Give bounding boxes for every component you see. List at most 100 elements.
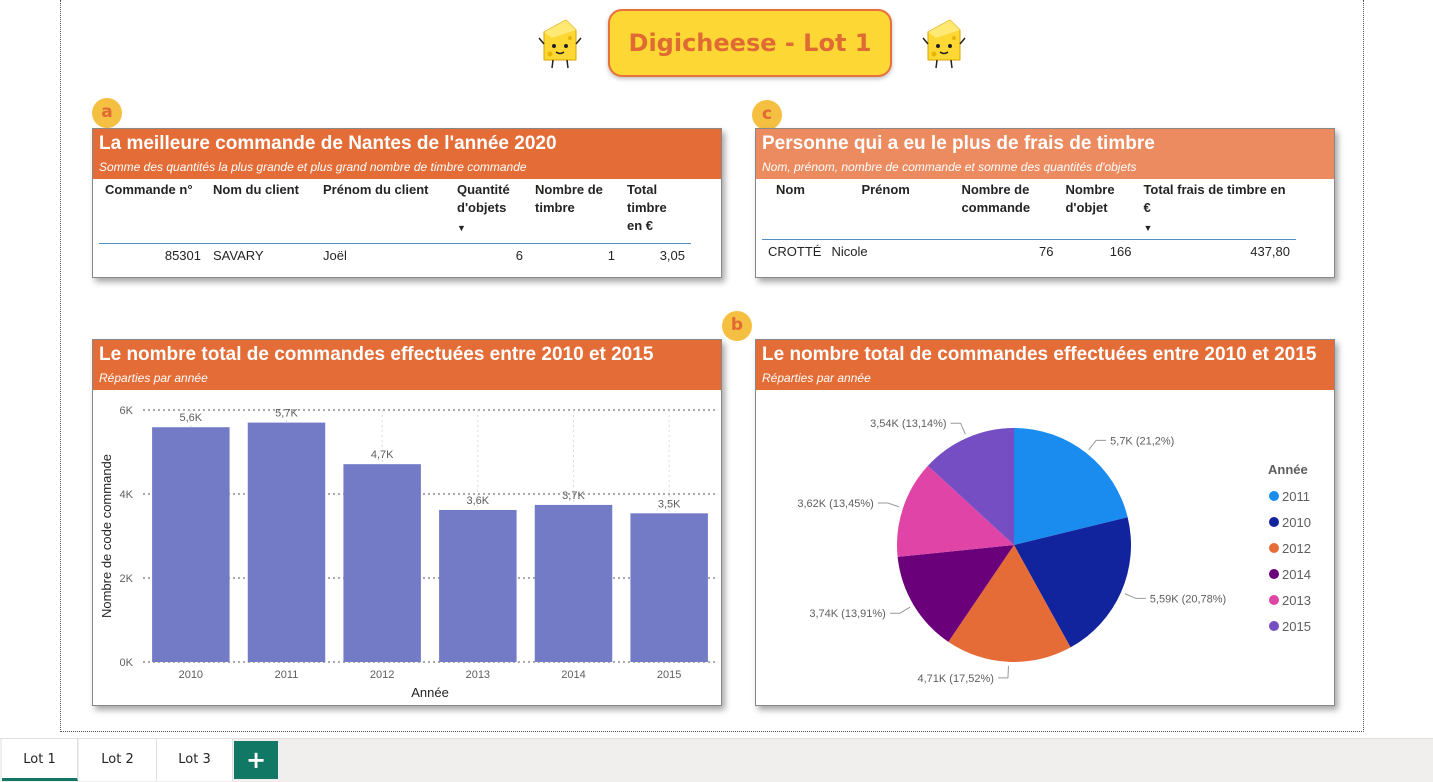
cell-timbre: 1 [607, 247, 615, 263]
legend-marker-2015 [1269, 621, 1279, 631]
cell-total: 437,80 [1250, 244, 1290, 259]
cheese-mascot-icon [922, 19, 966, 69]
data-label: 3,7K [562, 490, 585, 502]
cell-commandes: 76 [1038, 244, 1054, 259]
legend-marker-2014 [1269, 569, 1279, 579]
card-subtitle: Réparties par année [762, 371, 871, 385]
card-header: La meilleure commande de Nantes de l'ann… [93, 129, 721, 179]
bar-2012 [343, 464, 421, 662]
badge-b: b [722, 311, 752, 341]
y-tick-label: 2K [120, 573, 134, 585]
tab-lot-1[interactable]: Lot 1 [2, 739, 78, 781]
tab-lot-2[interactable]: Lot 2 [79, 739, 157, 781]
x-tick-label: 2014 [561, 669, 585, 681]
col-quantite[interactable]: Quantité d'objets ▼ [451, 179, 529, 243]
col-prenom[interactable]: Prénom [827, 179, 955, 240]
cell-nom: SAVARY [213, 247, 264, 263]
legend-item-2012: 2012 [1282, 541, 1311, 556]
report-title-box: Digicheese - Lot 1 [608, 9, 892, 77]
cell-quantite: 6 [515, 247, 523, 263]
col-total-frais[interactable]: Total frais de timbre en € ▼ [1137, 179, 1296, 240]
orders-bar-chart[interactable]: 0K 2K 4K 6K 5,6K 2010 5,7K 2011 4,7K 2012 3,6K 2013… [93, 390, 721, 705]
x-axis-title: Année [411, 685, 449, 700]
cell-objets: 166 [1109, 244, 1132, 259]
stamp-fees-table[interactable]: Nom Prénom Nombre de commande Nombre d'o… [762, 179, 1296, 263]
bar-2014 [534, 504, 613, 662]
cell-nom: CROTTÉ [768, 244, 822, 259]
legend-item-2013: 2013 [1282, 593, 1311, 608]
card-subtitle: Réparties par année [99, 371, 208, 385]
col-nom[interactable]: Nom [762, 179, 827, 240]
badge-c: c [752, 100, 782, 130]
col-nom-client[interactable]: Nom du client [207, 179, 317, 243]
col-nombre-objet[interactable]: Nombre d'objet [1059, 179, 1137, 240]
add-page-button[interactable]: + [234, 741, 278, 779]
y-tick-label: 4K [120, 489, 134, 501]
bar-2010 [152, 427, 230, 662]
pie-data-label: 3,62K (13,45%) [797, 498, 873, 510]
legend-marker-2013 [1269, 595, 1279, 605]
pie-data-label: 5,59K (20,78%) [1150, 593, 1226, 605]
best-order-table[interactable]: Commande n° Nom du client Prénom du clie… [99, 179, 691, 267]
col-quantite-label: Quantité d'objets [457, 182, 510, 215]
x-tick-label: 2012 [370, 669, 394, 681]
card-subtitle: Nom, prénom, nombre de commande et somme… [762, 160, 1137, 174]
cell-prenom: Nicole [831, 244, 868, 259]
col-total-frais-label: Total frais de timbre en € [1143, 182, 1286, 215]
bar-2013 [439, 509, 517, 662]
most-stamp-fees-card[interactable]: Personne qui a eu le plus de frais de ti… [755, 128, 1335, 278]
page-tab-bar: Lot 1 Lot 2 Lot 3 + [0, 738, 1433, 782]
leader-line [950, 422, 966, 435]
data-label: 3,5K [658, 498, 681, 510]
leader-line [1124, 593, 1146, 599]
orders-pie-chart[interactable]: 5,7K (21,2%) 5,59K (20,78%) 4,71K (17,52%)… [756, 390, 1334, 705]
col-commande[interactable]: Commande n° [99, 179, 207, 243]
col-prenom-client[interactable]: Prénom du client [317, 179, 451, 243]
data-label: 3,6K [467, 495, 490, 507]
data-label: 5,6K [180, 412, 203, 424]
leader-line [877, 502, 900, 508]
card-title: Le nombre total de commandes effectuées … [99, 344, 654, 365]
card-subtitle: Somme des quantités la plus grande et pl… [99, 160, 527, 174]
legend-marker-2011 [1269, 491, 1279, 501]
legend-item-2011: 2011 [1282, 489, 1310, 504]
table-row[interactable]: CROTTÉ Nicole 76 166 437,80 [762, 240, 1296, 264]
x-tick-label: 2015 [657, 669, 681, 681]
cell-prenom: Joël [323, 247, 347, 263]
table-row[interactable]: 85301 SAVARY Joël 6 1 3,05 [99, 243, 691, 267]
legend-marker-2012 [1269, 543, 1279, 553]
col-total-timbre[interactable]: Total timbre en € [621, 179, 691, 243]
card-header: Le nombre total de commandes effectuées … [756, 340, 1334, 390]
y-tick-label: 0K [120, 657, 134, 669]
cell-total: 3,05 [659, 247, 685, 263]
card-title: Le nombre total de commandes effectuées … [762, 344, 1317, 365]
y-axis-title: Nombre de code commande [99, 454, 114, 618]
sort-desc-icon[interactable]: ▼ [457, 219, 523, 237]
bar-2011 [247, 422, 326, 662]
legend-item-2015: 2015 [1282, 619, 1311, 634]
best-order-card[interactable]: La meilleure commande de Nantes de l'ann… [92, 128, 722, 278]
cell-commande: 85301 [164, 247, 201, 263]
col-nombre-commande[interactable]: Nombre de commande [955, 179, 1059, 240]
report-title: Digicheese - Lot 1 [628, 29, 872, 57]
badge-a: a [92, 98, 122, 128]
cheese-mascot-icon [538, 19, 582, 69]
legend-item-2010: 2010 [1282, 515, 1311, 530]
card-title: La meilleure commande de Nantes de l'ann… [99, 133, 557, 154]
pie-data-label: 5,7K (21,2%) [1110, 435, 1174, 447]
sort-desc-icon[interactable]: ▼ [1143, 219, 1290, 237]
data-label: 5,7K [275, 408, 298, 420]
pie-data-label: 3,54K (13,14%) [870, 418, 946, 430]
data-label: 4,7K [371, 449, 394, 461]
leader-line [889, 606, 911, 614]
orders-bar-chart-card[interactable]: Le nombre total de commandes effectuées … [92, 339, 722, 706]
col-nombre-timbre[interactable]: Nombre de timbre [529, 179, 621, 243]
bar-2015 [630, 513, 708, 662]
tab-lot-3[interactable]: Lot 3 [157, 739, 233, 781]
leader-line [1088, 439, 1107, 451]
card-header: Personne qui a eu le plus de frais de ti… [756, 129, 1334, 179]
leader-line [997, 665, 1009, 679]
orders-pie-chart-card[interactable]: Le nombre total de commandes effectuées … [755, 339, 1335, 706]
x-tick-label: 2011 [275, 669, 299, 681]
x-tick-label: 2013 [466, 669, 490, 681]
